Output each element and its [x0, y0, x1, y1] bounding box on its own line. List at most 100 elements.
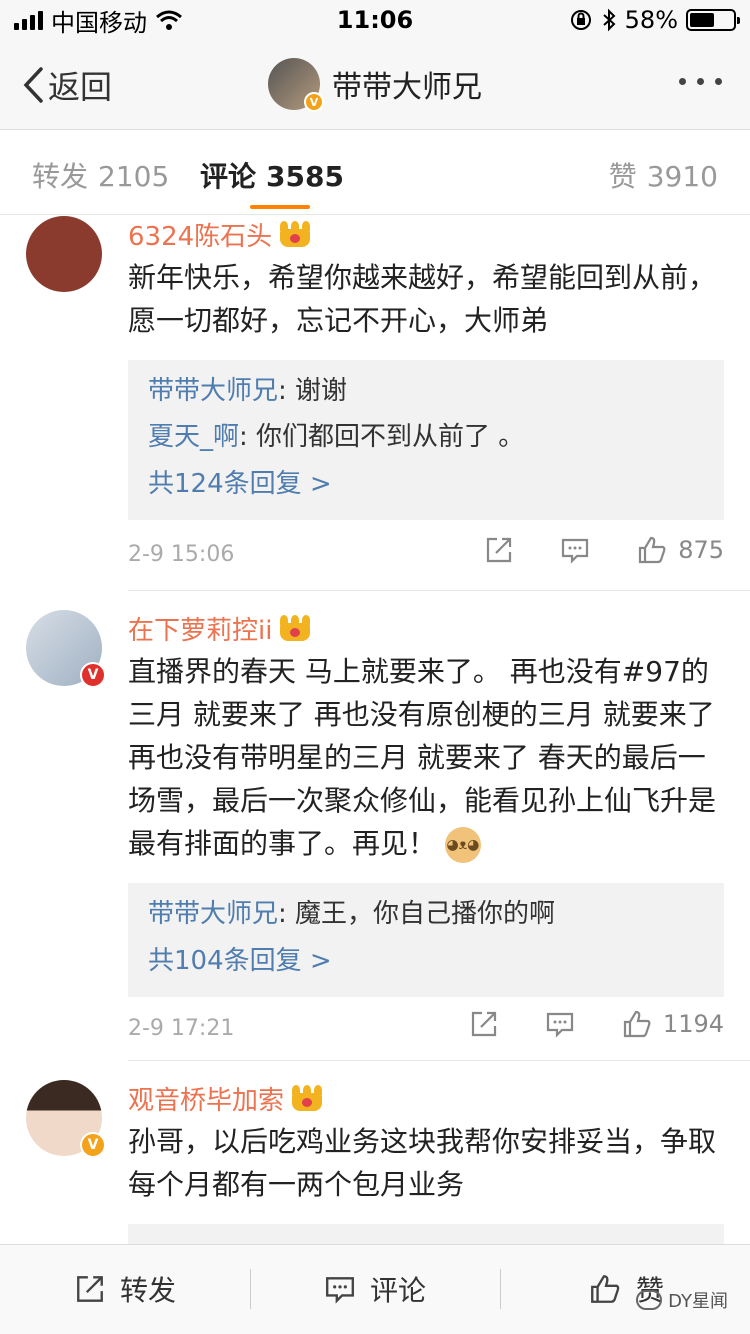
reply-username[interactable]: 带带大师兄: [148, 376, 278, 406]
chevron-left-icon: [23, 67, 43, 103]
thumbs-up-icon: [639, 536, 666, 564]
more-replies-link[interactable]: 共104条回复 >: [148, 937, 704, 985]
nav-title[interactable]: V 带带大师兄: [268, 58, 482, 112]
reply-button[interactable]: [545, 1009, 575, 1039]
tab-repost-label: 转发: [32, 160, 89, 193]
watermark-text: DY星闻: [668, 1291, 728, 1312]
verified-badge-icon: V: [304, 92, 324, 112]
divider: [128, 1060, 750, 1061]
tab-comment-label: 评论: [200, 160, 257, 193]
share-icon: [487, 537, 512, 563]
rotation-lock-icon: [570, 10, 591, 30]
tab-like-label: 赞: [608, 160, 637, 193]
nav-bar: 返回 V 带带大师兄: [0, 40, 750, 130]
reply-box[interactable]: 带带大师兄: 谢谢 夏天_啊: 你们都回不到从前了 。 共124条回复 >: [128, 360, 724, 520]
comment-body: 在下萝莉控ii 直播界的春天 马上就要来了。 再也没有#97的三月 就要来了 再…: [128, 610, 724, 997]
comment-text: 孙哥，以后吃鸡业务这块我帮你安排妥当，争取每个月都有一两个包月业务: [128, 1125, 717, 1201]
nav-avatar: V: [268, 58, 324, 112]
tab-comment[interactable]: 评论 3585: [200, 155, 344, 195]
verified-badge-icon: V: [80, 1132, 106, 1158]
like-count: 875: [678, 536, 724, 564]
comment-actions: 875: [438, 534, 724, 566]
comment-time: 2-9 17:21: [128, 1016, 235, 1041]
reply-button[interactable]: [560, 535, 590, 565]
more-dot-icon: [679, 78, 686, 85]
watermark: DY星闻: [636, 1287, 728, 1313]
reply-text: : 魔王，你自己播你的啊: [278, 899, 556, 929]
nav-title-text: 带带大师兄: [332, 70, 482, 105]
back-label: 返回: [48, 68, 113, 106]
tab-like[interactable]: 赞 3910: [609, 155, 718, 195]
comment-body: 6324陈石头 新年快乐，希望你越来越好，希望能回到从前，愿一切都好，忘记不开心…: [128, 216, 724, 520]
battery-fill: [690, 13, 714, 27]
tab-repost[interactable]: 转发 2105: [32, 155, 169, 195]
bottom-repost-button[interactable]: 转发: [74, 1269, 176, 1309]
like-button[interactable]: 1194: [621, 1008, 724, 1040]
wifi-icon: [156, 10, 182, 30]
reply-item: 带带大师兄: 谢谢: [148, 368, 704, 414]
reply-text: : 你们都回不到从前了 。: [239, 422, 525, 452]
bluetooth-icon: [602, 8, 616, 32]
status-bar: 中国移动 11:06 58%: [0, 0, 750, 40]
comment-icon: [546, 1012, 574, 1038]
comment-username[interactable]: 观音桥毕加索: [128, 1080, 724, 1116]
toolbar-divider: [250, 1269, 251, 1309]
toolbar-divider: [500, 1269, 501, 1309]
vip-crown-icon: [280, 615, 311, 641]
like-button[interactable]: 875: [636, 534, 724, 566]
tab-like-count: 3910: [646, 160, 718, 193]
comment-username[interactable]: 在下萝莉控ii: [128, 610, 724, 646]
comment-body: 观音桥毕加索 孙哥，以后吃鸡业务这块我帮你安排妥当，争取每个月都有一两个包月业务: [128, 1080, 724, 1264]
share-icon: [471, 1011, 497, 1037]
bottom-comment-label: 评论: [370, 1274, 427, 1307]
bottom-repost-label: 转发: [120, 1274, 177, 1307]
reply-box[interactable]: 带带大师兄: 魔王，你自己播你的啊 共104条回复 >: [128, 883, 724, 997]
battery-percent: 58%: [624, 6, 678, 34]
vip-crown-icon: [292, 1085, 323, 1111]
status-left: 中国移动: [14, 3, 183, 38]
comment-text: 新年快乐，希望你越来越好，希望能回到从前，愿一切都好，忘记不开心，大师弟: [128, 261, 717, 337]
tab-comment-count: 3585: [266, 160, 344, 193]
comment-text-wrap: 直播界的春天 马上就要来了。 再也没有#97的三月 就要来了 再也没有原创梗的三…: [128, 650, 724, 865]
reply-item: 夏天_啊: 你们都回不到从前了 。: [148, 414, 704, 460]
back-button[interactable]: 返回: [22, 62, 112, 108]
avatar[interactable]: V: [26, 610, 106, 688]
username-text: 观音桥毕加索: [128, 1085, 285, 1116]
comment-icon: [562, 538, 589, 564]
repost-button[interactable]: [469, 1009, 499, 1039]
doge-emoji-icon: ◕ᴥ◕: [444, 827, 481, 863]
bottom-toolbar: 转发 评论 赞 DY星闻: [0, 1244, 750, 1334]
comment-text: 直播界的春天 马上就要来了。 再也没有#97的三月 就要来了 再也没有原创梗的三…: [128, 655, 717, 860]
comment-actions: 1194: [423, 1008, 724, 1040]
comment-icon: [326, 1277, 354, 1304]
active-tab-indicator: [250, 205, 310, 209]
comment-username[interactable]: 6324陈石头: [128, 216, 724, 252]
like-count: 1194: [662, 1010, 724, 1038]
signal-icon: [14, 10, 43, 30]
bottom-comment-button[interactable]: 评论: [324, 1269, 426, 1309]
username-text: 6324陈石头: [128, 221, 273, 252]
status-right: 58%: [569, 6, 740, 34]
more-replies-link[interactable]: 共124条回复 >: [148, 460, 704, 508]
comment-time: 2-9 15:06: [128, 542, 235, 567]
reply-text: : 谢谢: [278, 376, 348, 406]
more-button[interactable]: [679, 78, 722, 85]
reply-username[interactable]: 夏天_啊: [148, 422, 239, 452]
tab-repost-count: 2105: [98, 160, 170, 193]
vip-crown-icon: [280, 221, 311, 247]
reply-username[interactable]: 带带大师兄: [148, 899, 278, 929]
divider: [128, 590, 750, 591]
verified-badge-icon: V: [80, 662, 106, 688]
tab-bar: 转发 2105 评论 3585 赞 3910: [0, 131, 750, 215]
more-dot-icon: [697, 78, 704, 85]
thumbs-up-icon: [623, 1010, 651, 1038]
repost-button[interactable]: [484, 535, 514, 565]
username-text: 在下萝莉控ii: [128, 615, 273, 646]
avatar[interactable]: V: [26, 1080, 106, 1158]
carrier-label: 中国移动: [51, 8, 147, 37]
more-dot-icon: [715, 78, 722, 85]
thumbs-up-icon: [591, 1275, 620, 1303]
avatar[interactable]: [26, 216, 102, 292]
comment-meta: 2-9 15:06 875: [128, 534, 724, 574]
wechat-logo-icon: [636, 1290, 663, 1310]
